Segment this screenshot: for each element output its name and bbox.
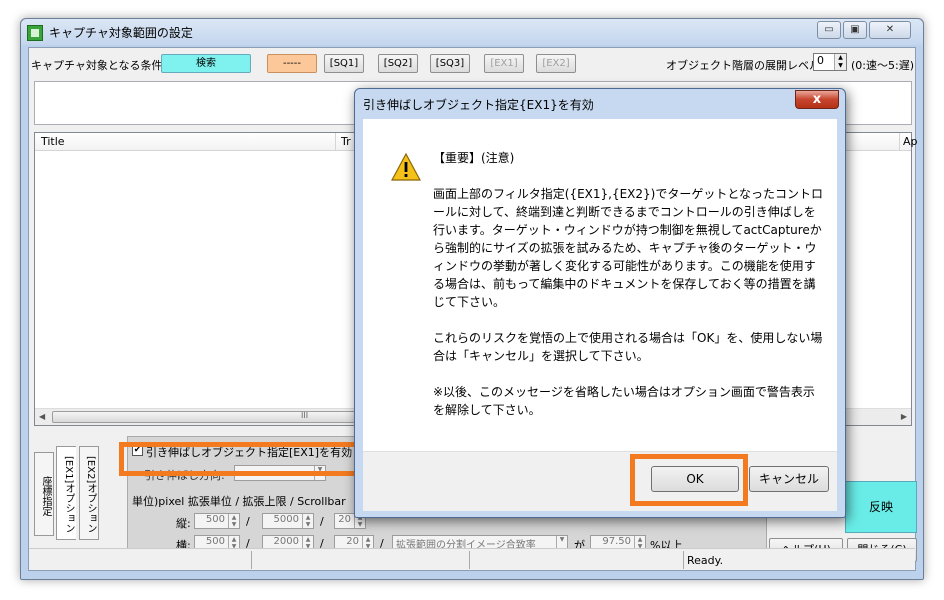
dialog-paragraph-2: これらのリスクを覚悟の上で使用される場合は「OK」を、使用しない場合は「キャンセ…: [433, 331, 823, 363]
dialog-footer: OK キャンセル: [363, 451, 837, 511]
dash-filter-button[interactable]: -----: [267, 54, 317, 73]
maximize-button[interactable]: ▣: [843, 21, 867, 39]
main-window-title: キャプチャ対象範囲の設定: [49, 26, 193, 40]
horizontal-unit-value: 500: [205, 536, 225, 547]
ex1-button[interactable]: [EX1]: [484, 54, 524, 73]
dialog-body: 【重要】(注意) 画面上部のフィルタ指定({EX1},{EX2})でターゲットと…: [363, 119, 837, 451]
level-label: オブジェクト階層の展開レベル:: [666, 59, 824, 72]
checkbox-highlight: [119, 442, 364, 476]
status-separator: [251, 551, 252, 569]
main-titlebar: キャプチャ対象範囲の設定 ▭ ▣ ✕: [21, 19, 923, 45]
status-separator: [683, 551, 684, 569]
tab-coord[interactable]: 座標指定: [34, 452, 54, 536]
minimize-button[interactable]: ▭: [817, 21, 841, 39]
search-button[interactable]: 検索: [161, 54, 251, 73]
close-window-button[interactable]: ✕: [869, 21, 911, 39]
dialog-paragraph-1: 画面上部のフィルタ指定({EX1},{EX2})でターゲットとなったコントロール…: [433, 187, 823, 309]
scroll-left-icon[interactable]: ◀: [39, 412, 45, 421]
scroll-right-icon[interactable]: ▶: [901, 412, 907, 421]
spinner-arrows-icon[interactable]: ▲ ▼: [834, 54, 846, 70]
column-title[interactable]: Title: [41, 135, 65, 148]
vertical-limit-value: 5000: [273, 514, 299, 525]
sq2-button[interactable]: [SQ2]: [378, 54, 418, 73]
ok-highlight: [630, 454, 748, 506]
unit-row-label: 単位)pixel 拡張単位 / 拡張上限 / Scrollbar: [132, 495, 346, 508]
vertical-scroll-value: 20: [338, 514, 351, 525]
slash: /: [320, 515, 324, 528]
vertical-limit-input[interactable]: 5000 ▲ ▼: [262, 513, 314, 529]
status-text: Ready.: [687, 554, 724, 567]
column-tr[interactable]: Tr: [341, 135, 351, 148]
sq1-button[interactable]: [SQ1]: [324, 54, 364, 73]
app-icon: [27, 25, 43, 41]
warning-dialog: 引き伸ばしオブジェクト指定{EX1}を有効 x 【重要】(注意) 画面上部のフィ…: [354, 88, 846, 518]
ex2-button[interactable]: [EX2]: [536, 54, 576, 73]
vertical-label: 縦:: [176, 517, 191, 530]
scroll-grip: III: [301, 411, 309, 420]
dialog-paragraph-3: ※以後、このメッセージを省略したい場合はオプション画面で警告表示を解除して下さい…: [433, 385, 815, 417]
match-percent-value: 97.50: [602, 536, 631, 547]
horizontal-scroll-value: 20: [346, 536, 359, 547]
dialog-close-button[interactable]: x: [795, 90, 839, 109]
vertical-unit-input[interactable]: 500 ▲ ▼: [194, 513, 240, 529]
tab-ex1-option[interactable]: [EX1]オプション: [56, 446, 76, 540]
sq3-button[interactable]: [SQ3]: [430, 54, 470, 73]
horizontal-limit-value: 2000: [273, 536, 299, 547]
apply-button[interactable]: 反映: [845, 481, 917, 533]
level-note: (0:速～5:遅): [851, 59, 914, 72]
dialog-heading: 【重要】(注意): [433, 151, 515, 165]
condition-label: キャプチャ対象となる条件:: [31, 59, 167, 72]
column-ap[interactable]: Ap: [903, 135, 918, 148]
level-spinner[interactable]: 0 ▲ ▼: [813, 53, 847, 71]
level-value: 0: [817, 54, 824, 67]
tab-ex2-option[interactable]: [EX2]オプション: [79, 446, 99, 540]
slash: /: [246, 515, 250, 528]
status-bar: Ready.: [29, 548, 915, 570]
column-separator[interactable]: [335, 133, 336, 151]
dialog-title: 引き伸ばしオブジェクト指定{EX1}を有効: [363, 98, 594, 112]
warning-icon: [391, 153, 421, 181]
status-separator: [469, 551, 470, 569]
column-separator[interactable]: [899, 133, 900, 151]
vertical-unit-value: 500: [205, 514, 225, 525]
cancel-button[interactable]: キャンセル: [749, 466, 829, 492]
